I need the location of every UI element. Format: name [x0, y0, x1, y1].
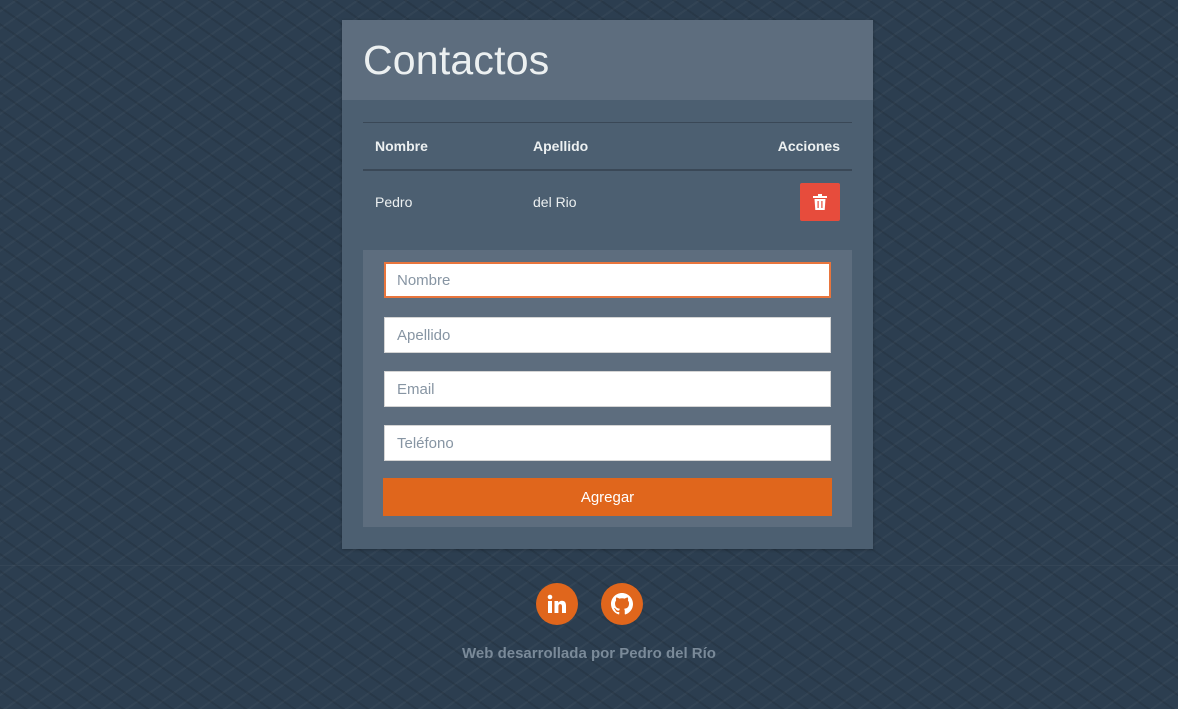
email-input[interactable]	[384, 371, 831, 407]
delete-contact-button[interactable]	[800, 183, 840, 221]
social-links	[0, 583, 1178, 625]
github-link[interactable]	[600, 583, 643, 625]
cell-last-name: del Rio	[533, 194, 577, 210]
table-header-row: Nombre Apellido Acciones	[363, 122, 852, 171]
column-header-first-name: Nombre	[363, 122, 521, 171]
card-header: Contactos	[342, 20, 873, 100]
github-icon	[610, 593, 633, 615]
add-contact-button[interactable]: Agregar	[383, 478, 832, 516]
linkedin-link[interactable]	[535, 583, 578, 625]
footer-credit: Web desarrollada por Pedro del Río	[462, 645, 716, 662]
first-name-input[interactable]	[384, 262, 831, 298]
page-title: Contactos	[363, 36, 550, 83]
phone-input[interactable]	[384, 425, 831, 461]
footer: Web desarrollada por Pedro del Río	[0, 565, 1178, 662]
table-row: Pedro del Rio	[363, 170, 852, 233]
last-name-input[interactable]	[384, 317, 831, 353]
column-header-actions: Acciones	[679, 122, 852, 171]
contacts-table: Nombre Apellido Acciones Pedro del Rio	[363, 122, 852, 233]
cell-actions	[679, 170, 852, 233]
column-header-last-name: Apellido	[521, 122, 680, 171]
trash-icon	[813, 194, 827, 210]
cell-first-name: Pedro	[375, 194, 413, 210]
contacts-card: Contactos Nombre Apellido Acciones Pedro…	[342, 20, 873, 549]
add-contact-form: Agregar	[363, 250, 852, 527]
contacts-table-container: Nombre Apellido Acciones Pedro del Rio	[363, 122, 852, 233]
linkedin-icon	[547, 594, 566, 613]
